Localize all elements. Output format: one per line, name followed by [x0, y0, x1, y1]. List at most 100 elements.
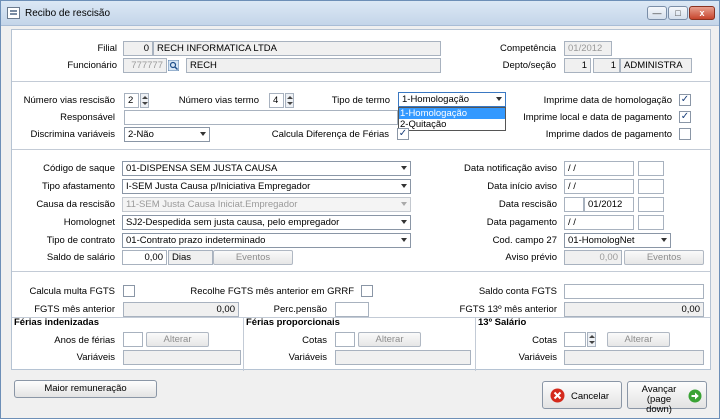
ferias-indenizadas-variaveis-field: [123, 350, 241, 365]
causa-rescisao-label: Causa da rescisão: [36, 199, 115, 210]
saldo-fgts-label: Saldo conta FGTS: [478, 286, 557, 297]
imprime-local-checkbox[interactable]: ✓: [679, 111, 691, 123]
recolhe-fgts-checkbox[interactable]: [361, 285, 373, 297]
tipo-afastamento-value: I-SEM Justa Causa p/Iniciativa Empregado…: [126, 181, 311, 192]
ferias-proporcionais-cotas-field[interactable]: [335, 332, 355, 347]
vias-rescisao-field[interactable]: 2: [124, 93, 139, 108]
codigo-saque-value: 01-DISPENSA SEM JUSTA CAUSA: [126, 163, 278, 174]
imprime-homologacao-checkbox[interactable]: ✓: [679, 94, 691, 106]
calcula-multa-checkbox[interactable]: [123, 285, 135, 297]
app-icon: [7, 7, 20, 19]
decimo-terceiro-cotas-spinner[interactable]: [587, 332, 596, 347]
vias-rescisao-spinner[interactable]: [140, 93, 149, 108]
imprime-dados-checkbox[interactable]: [679, 128, 691, 140]
divider: [12, 271, 710, 272]
competencia-field[interactable]: 01/2012: [564, 41, 612, 56]
data-rescisao-field[interactable]: 01/2012: [584, 197, 634, 212]
cancel-button-label: Cancelar: [571, 391, 610, 402]
tipo-termo-dropdown[interactable]: 1-Homologação 2-Quitação: [398, 107, 506, 131]
data-rescisao-extra[interactable]: [638, 197, 664, 212]
chevron-down-icon: [661, 238, 667, 242]
close-button[interactable]: x: [689, 6, 715, 20]
cancel-button[interactable]: Cancelar: [542, 381, 622, 409]
filial-code-field[interactable]: 0: [123, 41, 153, 56]
arrow-right-icon: [688, 389, 702, 403]
ferias-proporcionais-title: Férias proporcionais: [246, 317, 340, 328]
saldo-fgts-field[interactable]: [564, 284, 704, 299]
aviso-previo-eventos-button[interactable]: Eventos: [624, 250, 704, 265]
responsavel-field[interactable]: [124, 110, 398, 125]
title-bar[interactable]: Recibo de rescisão — □ x: [1, 1, 719, 26]
recolhe-fgts-label: Recolhe FGTS mês anterior em GRRF: [190, 286, 354, 297]
saldo-salario-field[interactable]: 0,00: [122, 250, 167, 265]
anos-ferias-field[interactable]: [123, 332, 143, 347]
saldo-salario-eventos-button[interactable]: Eventos: [213, 250, 293, 265]
tipo-contrato-select[interactable]: 01-Contrato prazo indeterminado: [122, 233, 411, 248]
calcula-ferias-checkbox[interactable]: ✓: [397, 128, 409, 140]
data-inicio-extra[interactable]: [638, 179, 664, 194]
data-notificacao-extra[interactable]: [638, 161, 664, 176]
fgts-mes-anterior-field: 0,00: [123, 302, 239, 317]
data-pagamento-extra[interactable]: [638, 215, 664, 230]
divider: [12, 317, 710, 318]
cancel-icon: [550, 388, 565, 403]
saldo-salario-label: Saldo de salário: [46, 252, 115, 263]
cod-campo27-label: Cod. campo 27: [492, 235, 557, 246]
decimo-terceiro-variaveis-label: Variáveis: [518, 352, 557, 363]
advance-button[interactable]: Avançar (page down): [627, 381, 707, 415]
discrimina-select[interactable]: 2-Não: [124, 127, 210, 142]
dialog-window: Recibo de rescisão — □ x Filial 0 RECH I…: [0, 0, 720, 419]
funcionario-code-field[interactable]: 777777: [123, 58, 167, 73]
homolognet-select[interactable]: SJ2-Despedida sem justa causa, pelo empr…: [122, 215, 411, 230]
data-notificacao-label: Data notificação aviso: [464, 163, 557, 174]
tipo-termo-value: 1-Homologação: [402, 94, 470, 105]
data-rescisao-label: Data rescisão: [498, 199, 557, 210]
competencia-label: Competência: [500, 43, 556, 54]
tipo-termo-option[interactable]: 1-Homologação: [399, 108, 505, 119]
decimo-terceiro-alterar-button[interactable]: Alterar: [607, 332, 670, 347]
discrimina-value: 2-Não: [128, 129, 154, 140]
vias-termo-field[interactable]: 4: [269, 93, 284, 108]
vias-termo-spinner[interactable]: [285, 93, 294, 108]
maximize-button[interactable]: □: [668, 6, 688, 20]
ferias-indenizadas-variaveis-label: Variáveis: [76, 352, 115, 363]
data-pagamento-label: Data pagamento: [486, 217, 557, 228]
window-title: Recibo de rescisão: [25, 8, 111, 19]
ferias-indenizadas-alterar-button[interactable]: Alterar: [146, 332, 209, 347]
ferias-proporcionais-variaveis-label: Variáveis: [288, 352, 327, 363]
calcula-multa-label: Calcula multa FGTS: [29, 286, 115, 297]
perc-pensao-field[interactable]: [335, 302, 369, 317]
decimo-terceiro-cotas-field[interactable]: [564, 332, 586, 347]
divider: [12, 81, 710, 82]
anos-ferias-label: Anos de férias: [54, 335, 115, 346]
data-inicio-field[interactable]: / /: [564, 179, 634, 194]
fgts-mes-anterior-label: FGTS mês anterior: [34, 304, 115, 315]
cod-campo27-value: 01-HomologNet: [568, 235, 635, 246]
cod-campo27-select[interactable]: 01-HomologNet: [564, 233, 671, 248]
search-icon[interactable]: [167, 59, 180, 72]
tipo-termo-option[interactable]: 2-Quitação: [399, 119, 505, 130]
minimize-button[interactable]: —: [647, 6, 667, 20]
vias-rescisao-label: Número vias rescisão: [23, 95, 115, 106]
ferias-indenizadas-title: Férias indenizadas: [14, 317, 100, 328]
ferias-proporcionais-alterar-button[interactable]: Alterar: [358, 332, 421, 347]
codigo-saque-select[interactable]: 01-DISPENSA SEM JUSTA CAUSA: [122, 161, 411, 176]
aviso-previo-field[interactable]: 0,00: [564, 250, 622, 265]
data-notificacao-field[interactable]: / /: [564, 161, 634, 176]
ferias-proporcionais-variaveis-field: [335, 350, 471, 365]
tipo-afastamento-select[interactable]: I-SEM Justa Causa p/Iniciativa Empregado…: [122, 179, 411, 194]
causa-rescisao-select[interactable]: 11-SEM Justa Causa Iniciat.Empregador: [122, 197, 411, 212]
divider: [475, 317, 476, 371]
tipo-contrato-value: 01-Contrato prazo indeterminado: [126, 235, 266, 246]
data-rescisao-day[interactable]: [564, 197, 584, 212]
maior-remuneracao-button[interactable]: Maior remuneração: [14, 380, 157, 398]
tipo-termo-label: Tipo de termo: [331, 95, 390, 106]
decimo-terceiro-title: 13º Salário: [478, 317, 527, 328]
data-pagamento-field[interactable]: / /: [564, 215, 634, 230]
depto-name-field: ADMINISTRA: [620, 58, 692, 73]
aviso-previo-label: Aviso prévio: [505, 252, 557, 263]
discrimina-label: Discrimina variáveis: [30, 129, 115, 140]
funcionario-name-field: RECH: [186, 58, 441, 73]
tipo-termo-select[interactable]: 1-Homologação: [398, 92, 506, 107]
chevron-down-icon: [200, 132, 206, 136]
